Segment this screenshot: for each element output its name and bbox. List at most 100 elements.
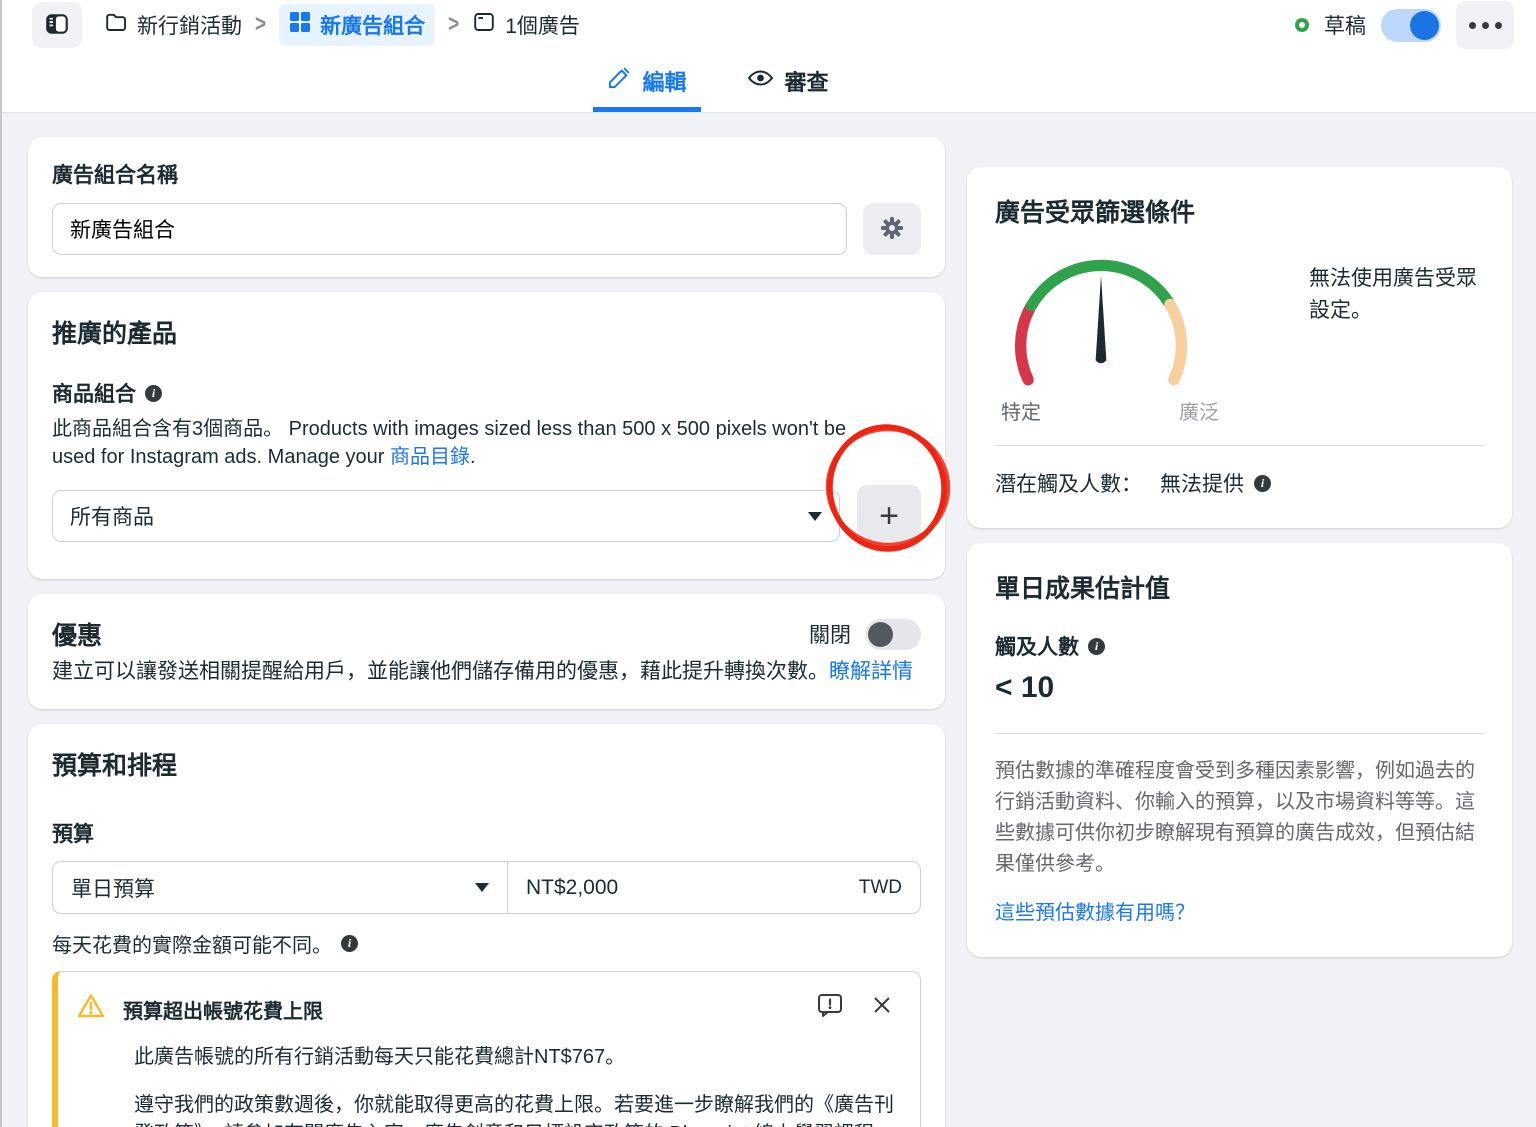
dropdown-value: 所有商品 xyxy=(70,501,154,531)
info-icon[interactable]: i xyxy=(1254,475,1271,492)
warning-title: 預算超出帳號花費上限 xyxy=(123,992,799,1024)
dismiss-warning-button[interactable] xyxy=(870,993,894,1020)
add-product-set-button[interactable]: + xyxy=(857,485,921,547)
feedback-button[interactable] xyxy=(816,992,844,1021)
potential-reach-row: 潛在觸及人數： 無法提供 i xyxy=(995,468,1484,498)
warning-line1: 此廣告帳號的所有行銷活動每天只能花費總計NT$767。 xyxy=(134,1043,900,1073)
product-card: 推廣的產品 商品組合 i 此商品組合含有3個商品。 Products with … xyxy=(28,292,945,579)
adset-name-label: 廣告組合名稱 xyxy=(52,159,921,189)
product-card-title: 推廣的產品 xyxy=(52,314,921,350)
product-set-dropdown[interactable]: 所有商品 xyxy=(52,490,840,542)
sidebar-toggle-icon xyxy=(44,11,70,40)
divider xyxy=(995,733,1484,734)
budget-input-group: 單日預算 NT$2,000 TWD xyxy=(52,861,921,914)
publish-toggle[interactable] xyxy=(1381,9,1441,42)
description-text: 建立可以讓發送相關提醒給用戶，並能讓他們儲存備用的優惠，藉此提升轉換次數。 xyxy=(52,660,829,683)
estimates-disclaimer: 預估數據的準確程度會受到多種因素影響，例如過去的行銷活動資料、你輸入的預算，以及… xyxy=(995,756,1484,880)
ellipsis-icon xyxy=(1469,22,1476,29)
tab-label: 審查 xyxy=(785,65,829,97)
info-icon[interactable]: i xyxy=(1088,638,1105,655)
currency-label: TWD xyxy=(859,877,902,899)
dropdown-value: 單日預算 xyxy=(71,873,155,903)
offer-card: 優惠 關閉 建立可以讓發送相關提醒給用戶，並能讓他們儲存備用的優惠，藉此提升轉換… xyxy=(28,594,945,709)
breadcrumb-label: 1個廣告 xyxy=(505,10,580,40)
estimates-card: 單日成果估計值 觸及人數 i < 10 預估數據的準確程度會受到多種因素影響，例… xyxy=(967,543,1512,957)
tab-review[interactable]: 審查 xyxy=(743,50,833,112)
potential-reach-label: 潛在觸及人數： xyxy=(995,468,1142,498)
info-icon[interactable]: i xyxy=(145,385,162,402)
product-set-label: 商品組合 xyxy=(52,378,136,408)
breadcrumb: 新行銷活動 > 新廣告組合 > 1個廣告 xyxy=(104,4,580,46)
estimates-card-title: 單日成果估計值 xyxy=(995,569,1484,605)
learn-more-link[interactable]: 瞭解詳情 xyxy=(829,660,913,683)
toggle-knob xyxy=(868,622,893,647)
product-set-description: 此商品組合含有3個商品。 Products with images sized … xyxy=(52,416,892,471)
audience-card: 廣告受眾篩選條件 特定 廣泛 無法使用 xyxy=(967,167,1512,528)
offer-toggle-label: 關閉 xyxy=(809,619,851,649)
chevron-right-icon: > xyxy=(255,11,266,39)
right-column: 廣告受眾篩選條件 特定 廣泛 無法使用 xyxy=(967,167,1512,1127)
header-status-group: 草稿 xyxy=(1295,1,1514,49)
budget-type-dropdown[interactable]: 單日預算 xyxy=(53,862,508,913)
folder-icon xyxy=(104,10,128,40)
close-x-icon xyxy=(870,993,894,1020)
left-column: 廣告組合名稱 推廣的產品 商品組合 i 此 xyxy=(28,137,945,1127)
potential-reach-value: 無法提供 xyxy=(1160,468,1244,498)
budget-note: 每天花費的實際金額可能不同。 i xyxy=(52,929,921,958)
breadcrumb-label: 新廣告組合 xyxy=(320,10,425,40)
estimates-feedback-link[interactable]: 這些預估數據有用嗎？ xyxy=(995,896,1195,925)
gauge-left-label: 特定 xyxy=(1001,396,1041,425)
breadcrumb-campaign[interactable]: 新行銷活動 xyxy=(104,10,242,40)
more-options-button[interactable] xyxy=(1456,1,1514,49)
warning-line2: 遵守我們的政策數週後，你就能取得更高的花費上限。若要進一步瞭解我們的《廣告刊登政… xyxy=(134,1091,900,1127)
budget-card-title: 預算和排程 xyxy=(52,746,921,782)
toggle-knob xyxy=(1410,11,1439,40)
offer-description: 建立可以讓發送相關提醒給用戶，並能讓他們儲存備用的優惠，藉此提升轉換次數。瞭解詳… xyxy=(52,658,921,687)
tab-bar: 編輯 審查 xyxy=(2,50,1536,113)
ad-frame-icon xyxy=(472,10,496,40)
divider xyxy=(995,445,1484,446)
ellipsis-icon xyxy=(1495,22,1502,29)
breadcrumb-ad[interactable]: 1個廣告 xyxy=(472,10,580,40)
reach-label: 觸及人數 xyxy=(995,631,1079,661)
warning-triangle-icon xyxy=(76,992,106,1025)
breadcrumb-adset-selected[interactable]: 新廣告組合 xyxy=(279,4,435,46)
ads-manager-page: 新行銷活動 > 新廣告組合 > 1個廣告 草稿 xyxy=(0,0,1536,1127)
sidebar-toggle-button[interactable] xyxy=(32,2,82,48)
main-content: 廣告組合名稱 推廣的產品 商品組合 i 此 xyxy=(2,113,1536,1127)
ellipsis-icon xyxy=(1482,22,1489,29)
review-eye-icon xyxy=(747,66,774,96)
audience-gauge: 特定 廣泛 xyxy=(995,251,1225,425)
breadcrumb-label: 新行銷活動 xyxy=(137,10,242,40)
adset-grid-icon xyxy=(289,11,311,39)
adset-name-input[interactable] xyxy=(52,203,847,255)
chevron-down-icon xyxy=(475,883,489,892)
spend-limit-warning: 預算超出帳號花費上限 xyxy=(52,971,921,1127)
reach-estimate-value: < 10 xyxy=(995,671,1484,705)
catalog-link[interactable]: 商品目錄 xyxy=(390,446,470,468)
budget-amount-field[interactable]: NT$2,000 TWD xyxy=(508,862,920,913)
budget-card: 預算和排程 預算 單日預算 NT$2,000 TWD 每天花費的實際金額可能不同… xyxy=(28,724,945,1127)
draft-status-label: 草稿 xyxy=(1324,10,1366,40)
budget-amount-value: NT$2,000 xyxy=(526,876,618,900)
offer-title: 優惠 xyxy=(52,616,102,652)
chevron-right-icon: > xyxy=(448,11,459,39)
budget-label: 預算 xyxy=(52,818,921,848)
note-text: 每天花費的實際金額可能不同。 xyxy=(52,929,332,958)
edit-pencil-icon xyxy=(607,66,631,96)
gauge-needle xyxy=(1096,276,1107,364)
description-text: . xyxy=(470,446,476,468)
audience-card-title: 廣告受眾篩選條件 xyxy=(995,193,1484,229)
top-bar: 新行銷活動 > 新廣告組合 > 1個廣告 草稿 xyxy=(2,0,1536,50)
adset-name-card: 廣告組合名稱 xyxy=(28,137,945,277)
chevron-down-icon xyxy=(808,512,822,521)
info-icon[interactable]: i xyxy=(341,935,358,952)
tab-label: 編輯 xyxy=(642,65,686,97)
gear-icon xyxy=(879,215,905,244)
audience-unavailable-note: 無法使用廣告受眾設定。 xyxy=(1309,251,1484,425)
offer-toggle[interactable] xyxy=(865,619,921,650)
name-settings-button[interactable] xyxy=(863,203,921,255)
feedback-bubble-icon xyxy=(816,992,844,1021)
gauge-right-label: 廣泛 xyxy=(1179,396,1219,425)
tab-edit[interactable]: 編輯 xyxy=(603,50,690,112)
